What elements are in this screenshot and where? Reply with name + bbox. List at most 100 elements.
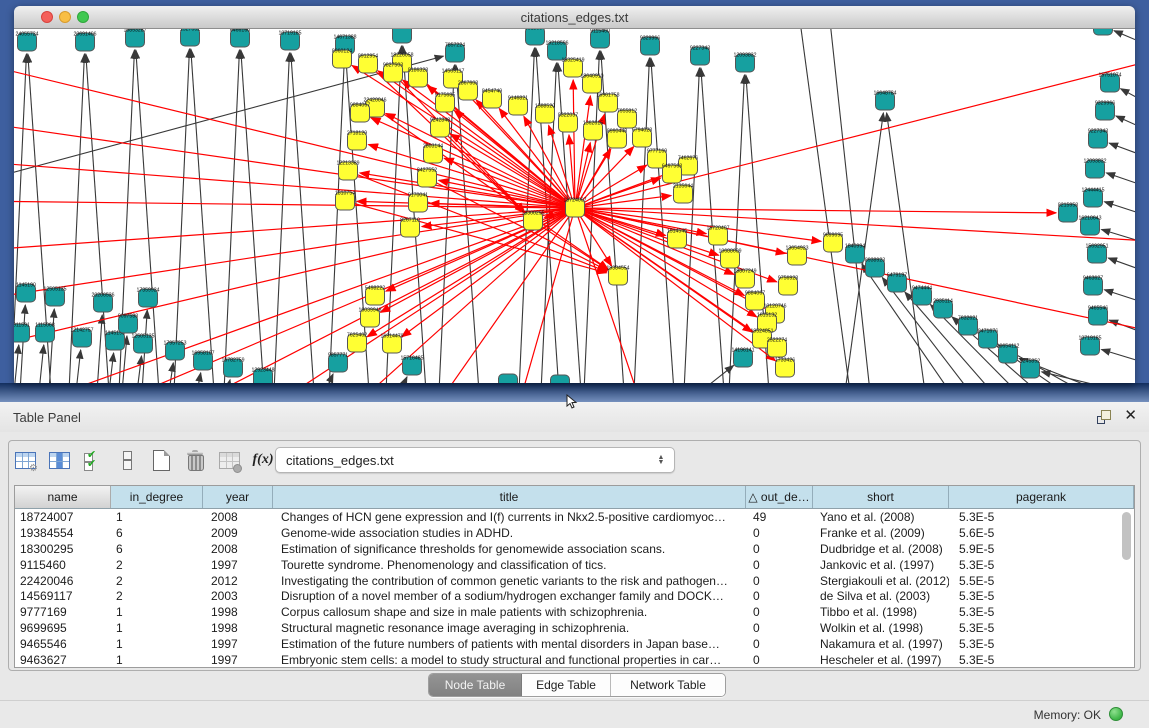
table-cell[interactable]: 2009: [203, 526, 273, 540]
network-node[interactable]: 6497568: [662, 164, 682, 184]
network-node[interactable]: 16039948: [358, 308, 381, 328]
table-cell[interactable]: 1997: [203, 653, 273, 667]
network-node[interactable]: 19384554: [606, 266, 629, 286]
network-node[interactable]: 8938923: [865, 258, 885, 278]
table-cell[interactable]: 0: [746, 653, 813, 667]
network-node[interactable]: 8186328: [408, 68, 428, 88]
table-cell[interactable]: Investigating the contribution of common…: [273, 574, 746, 588]
table-cell[interactable]: 9463627: [15, 653, 111, 667]
table-cell[interactable]: 5.3E-5: [949, 558, 1134, 572]
network-node[interactable]: 17359924: [136, 288, 159, 308]
network-node[interactable]: 9827503: [383, 63, 403, 83]
column-header-short[interactable]: short: [813, 486, 949, 508]
network-node[interactable]: 9146821: [508, 96, 528, 116]
table-cell[interactable]: 6: [111, 526, 203, 540]
table-cell[interactable]: Disruption of a novel member of a sodium…: [273, 589, 746, 603]
network-node[interactable]: 9329966: [1095, 101, 1115, 121]
network-node[interactable]: 16782759: [221, 358, 244, 378]
table-cell[interactable]: 0: [746, 621, 813, 635]
table-cell[interactable]: 14569117: [15, 589, 111, 603]
table-cell[interactable]: 1: [111, 510, 203, 524]
table-row[interactable]: 946362711997Embryonic stem cells: a mode…: [15, 652, 1134, 668]
network-node[interactable]: 8960124: [332, 49, 352, 69]
network-node[interactable]: 9884067: [350, 103, 370, 123]
table-cell[interactable]: 5.6E-5: [949, 526, 1134, 540]
network-node[interactable]: 17957253: [163, 341, 186, 361]
table-row[interactable]: 2242004622012Investigating the contribut…: [15, 573, 1134, 589]
network-node[interactable]: 16958107: [191, 351, 214, 371]
column-header-year[interactable]: year: [203, 486, 273, 508]
table-cell[interactable]: Stergiakouli et al. (2012): [813, 574, 949, 588]
network-node[interactable]: 2867608: [458, 81, 478, 101]
table-cell[interactable]: Hescheler et al. (1997): [813, 653, 949, 667]
table-row[interactable]: 977716911998Corpus callosum shape and si…: [15, 604, 1134, 620]
network-view[interactable]: 2405572420691406108532871527602646616010…: [14, 29, 1135, 383]
network-node[interactable]: 8813054: [1093, 29, 1113, 35]
network-node[interactable]: 20691406: [73, 32, 96, 52]
network-node[interactable]: 12093832: [733, 53, 756, 73]
show-column-button[interactable]: [46, 447, 72, 473]
table-scrollbar-thumb[interactable]: [1122, 512, 1131, 560]
table-cell[interactable]: Changes of HCN gene expression and I(f) …: [273, 510, 746, 524]
table-cell[interactable]: 5.3E-5: [949, 653, 1134, 667]
table-row[interactable]: 1872400712008Changes of HCN gene express…: [15, 509, 1134, 525]
table-cell[interactable]: Genome-wide association studies in ADHD.: [273, 526, 746, 540]
network-node[interactable]: 18807249: [733, 269, 756, 289]
network-node[interactable]: 8427552: [417, 168, 437, 188]
table-cell[interactable]: Jankovic et al. (1997): [813, 558, 949, 572]
table-cell[interactable]: Corpus callosum shape and size in male p…: [273, 605, 746, 619]
column-header-pagerank[interactable]: pagerank: [949, 486, 1134, 508]
table-cell[interactable]: Dudbridge et al. (2008): [813, 542, 949, 556]
network-window-titlebar[interactable]: citations_edges.txt: [14, 6, 1135, 29]
table-cell[interactable]: 1998: [203, 605, 273, 619]
network-node[interactable]: 8813054: [525, 29, 545, 45]
table-cell[interactable]: 22420046: [15, 574, 111, 588]
column-header-in_degree[interactable]: in_degree: [111, 486, 203, 508]
table-cell[interactable]: Embryonic stem cells: a model to study s…: [273, 653, 746, 667]
network-node[interactable]: 12923448: [251, 368, 274, 384]
network-node[interactable]: 7857224: [445, 43, 465, 63]
table-cell[interactable]: 5.9E-5: [949, 542, 1134, 556]
table-cell[interactable]: Structural magnetic resonance image aver…: [273, 621, 746, 635]
column-header-out_de[interactable]: △ out_de…: [746, 486, 813, 508]
network-node[interactable]: 9884067: [745, 291, 765, 311]
network-node[interactable]: 8267110: [400, 218, 420, 238]
table-cell[interactable]: 9465546: [15, 637, 111, 651]
network-node[interactable]: 10654112: [997, 344, 1020, 364]
network-node[interactable]: 9699695: [823, 233, 843, 253]
network-node[interactable]: 12093832: [1083, 159, 1106, 179]
network-node[interactable]: 15692951: [1085, 244, 1108, 264]
table-cell[interactable]: 1: [111, 637, 203, 651]
table-cell[interactable]: 5.3E-5: [949, 605, 1134, 619]
network-node[interactable]: 9242848: [430, 118, 450, 138]
table-cell[interactable]: 49: [746, 510, 813, 524]
table-cell[interactable]: 5.3E-5: [949, 589, 1134, 603]
table-row[interactable]: 1938455462009Genome-wide association stu…: [15, 525, 1134, 541]
network-canvas[interactable]: 2405572420691406108532871527602646616010…: [14, 29, 1135, 383]
network-node[interactable]: 9463627: [1083, 276, 1103, 296]
network-node[interactable]: 9245852: [1020, 359, 1040, 379]
table-cell[interactable]: 1: [111, 605, 203, 619]
network-window[interactable]: citations_edges.txt 24055724206914061085…: [14, 6, 1135, 383]
table-cell[interactable]: Wolkin et al. (1998): [813, 621, 949, 635]
tab-network-table[interactable]: Network Table: [611, 674, 725, 696]
table-cell[interactable]: 9777169: [15, 605, 111, 619]
table-cell[interactable]: 0: [746, 526, 813, 540]
network-node[interactable]: 2135644: [673, 184, 693, 204]
network-node[interactable]: 9175685: [435, 93, 455, 113]
network-node[interactable]: 16033809: [390, 29, 413, 43]
network-node[interactable]: 18640910: [580, 74, 603, 94]
network-node[interactable]: 9465546: [1088, 306, 1108, 326]
network-node[interactable]: 13654923: [785, 246, 808, 266]
table-row[interactable]: 1456911722003Disruption of a novel membe…: [15, 588, 1134, 604]
table-cell[interactable]: 9115460: [15, 558, 111, 572]
network-node[interactable]: 15716485: [400, 356, 423, 376]
network-node[interactable]: 9474444: [912, 286, 932, 306]
network-node[interactable]: 12213389: [336, 161, 359, 181]
table-cell[interactable]: Tibbo et al. (1998): [813, 605, 949, 619]
network-node[interactable]: 6479197: [887, 273, 907, 293]
table-cell[interactable]: Tourette syndrome. Phenomenology and cla…: [273, 558, 746, 572]
network-node[interactable]: 1514545: [667, 229, 687, 249]
table-cell[interactable]: 1997: [203, 558, 273, 572]
network-node[interactable]: 2522274: [767, 338, 787, 358]
